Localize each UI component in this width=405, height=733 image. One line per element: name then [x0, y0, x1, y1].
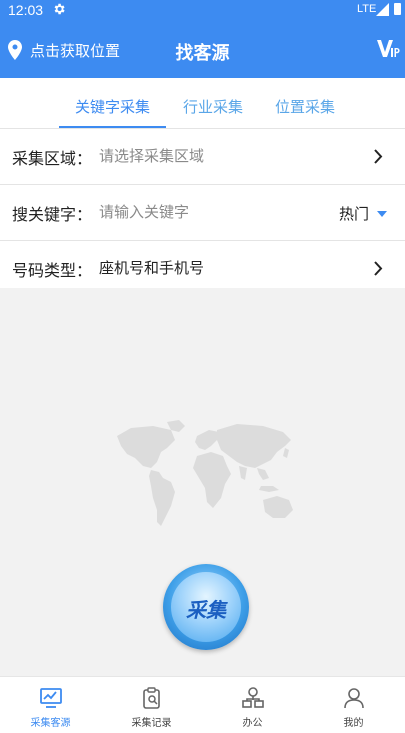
- tab-location-collect[interactable]: 位置采集: [275, 96, 335, 117]
- battery-icon: [394, 3, 401, 15]
- keyword-input[interactable]: 请输入关键字: [99, 201, 189, 222]
- chevron-right-icon: [374, 261, 383, 276]
- world-map-illustration: [117, 420, 293, 526]
- collect-button-label: 采集: [186, 598, 226, 622]
- nav-label: 采集记录: [131, 718, 172, 729]
- app-top-bar: 12:03 LTE 点击获取位置 找客源: [0, 0, 405, 78]
- area-label: 采集区域：: [12, 149, 93, 168]
- header: 点击获取位置 找客源: [0, 20, 405, 78]
- tab-industry-collect[interactable]: 行业采集: [183, 96, 243, 117]
- number-type-value: 座机号和手机号: [99, 259, 205, 277]
- user-icon: [344, 688, 364, 709]
- collect-tabs: 关键字采集 行业采集 位置采集: [0, 78, 405, 130]
- location-label: 点击获取位置: [30, 41, 121, 60]
- bottom-nav: 采集客源 采集记录 办公 我的: [0, 676, 405, 733]
- nav-label: 采集客源: [30, 718, 71, 729]
- nav-item-collect-records[interactable]: 采集记录: [101, 677, 202, 733]
- chevron-right-icon: [374, 149, 383, 164]
- monitor-chart-icon: [40, 688, 62, 708]
- number-type-label: 号码类型：: [12, 261, 93, 280]
- gear-icon: [54, 3, 65, 15]
- network-type: LTE: [357, 3, 377, 15]
- status-bar: 12:03 LTE: [0, 0, 405, 20]
- nav-item-mine[interactable]: 我的: [303, 677, 404, 733]
- nav-label: 办公: [242, 718, 263, 729]
- status-time: 12:03: [8, 2, 44, 18]
- number-type-row[interactable]: 号码类型： 座机号和手机号: [0, 240, 405, 297]
- nav-item-collect-customers[interactable]: 采集客源: [0, 677, 101, 733]
- collect-form-panel: 关键字采集 行业采集 位置采集 采集区域： 请选择采集区域 搜关键字： 请输入关…: [0, 78, 405, 288]
- caret-down-icon: [377, 210, 387, 217]
- nav-item-office[interactable]: 办公: [202, 677, 303, 733]
- keyword-label: 搜关键字：: [12, 205, 93, 224]
- area-select-row[interactable]: 采集区域： 请选择采集区域: [0, 128, 405, 185]
- nav-label: 我的: [343, 718, 364, 729]
- clipboard-search-icon: [143, 687, 160, 709]
- collect-button[interactable]: 采集: [163, 564, 249, 650]
- get-location-button[interactable]: 点击获取位置: [8, 39, 120, 61]
- area-placeholder: 请选择采集区域: [99, 147, 205, 165]
- hot-keywords-dropdown[interactable]: 热门: [339, 203, 387, 224]
- hot-label: 热门: [338, 205, 369, 223]
- signal-icon: [376, 3, 389, 16]
- location-pin-icon: [8, 40, 22, 60]
- network-icon: [242, 687, 264, 708]
- tab-keyword-collect[interactable]: 关键字采集: [75, 96, 150, 117]
- vip-icon[interactable]: [376, 38, 400, 60]
- keyword-row: 搜关键字： 请输入关键字 热门: [0, 184, 405, 241]
